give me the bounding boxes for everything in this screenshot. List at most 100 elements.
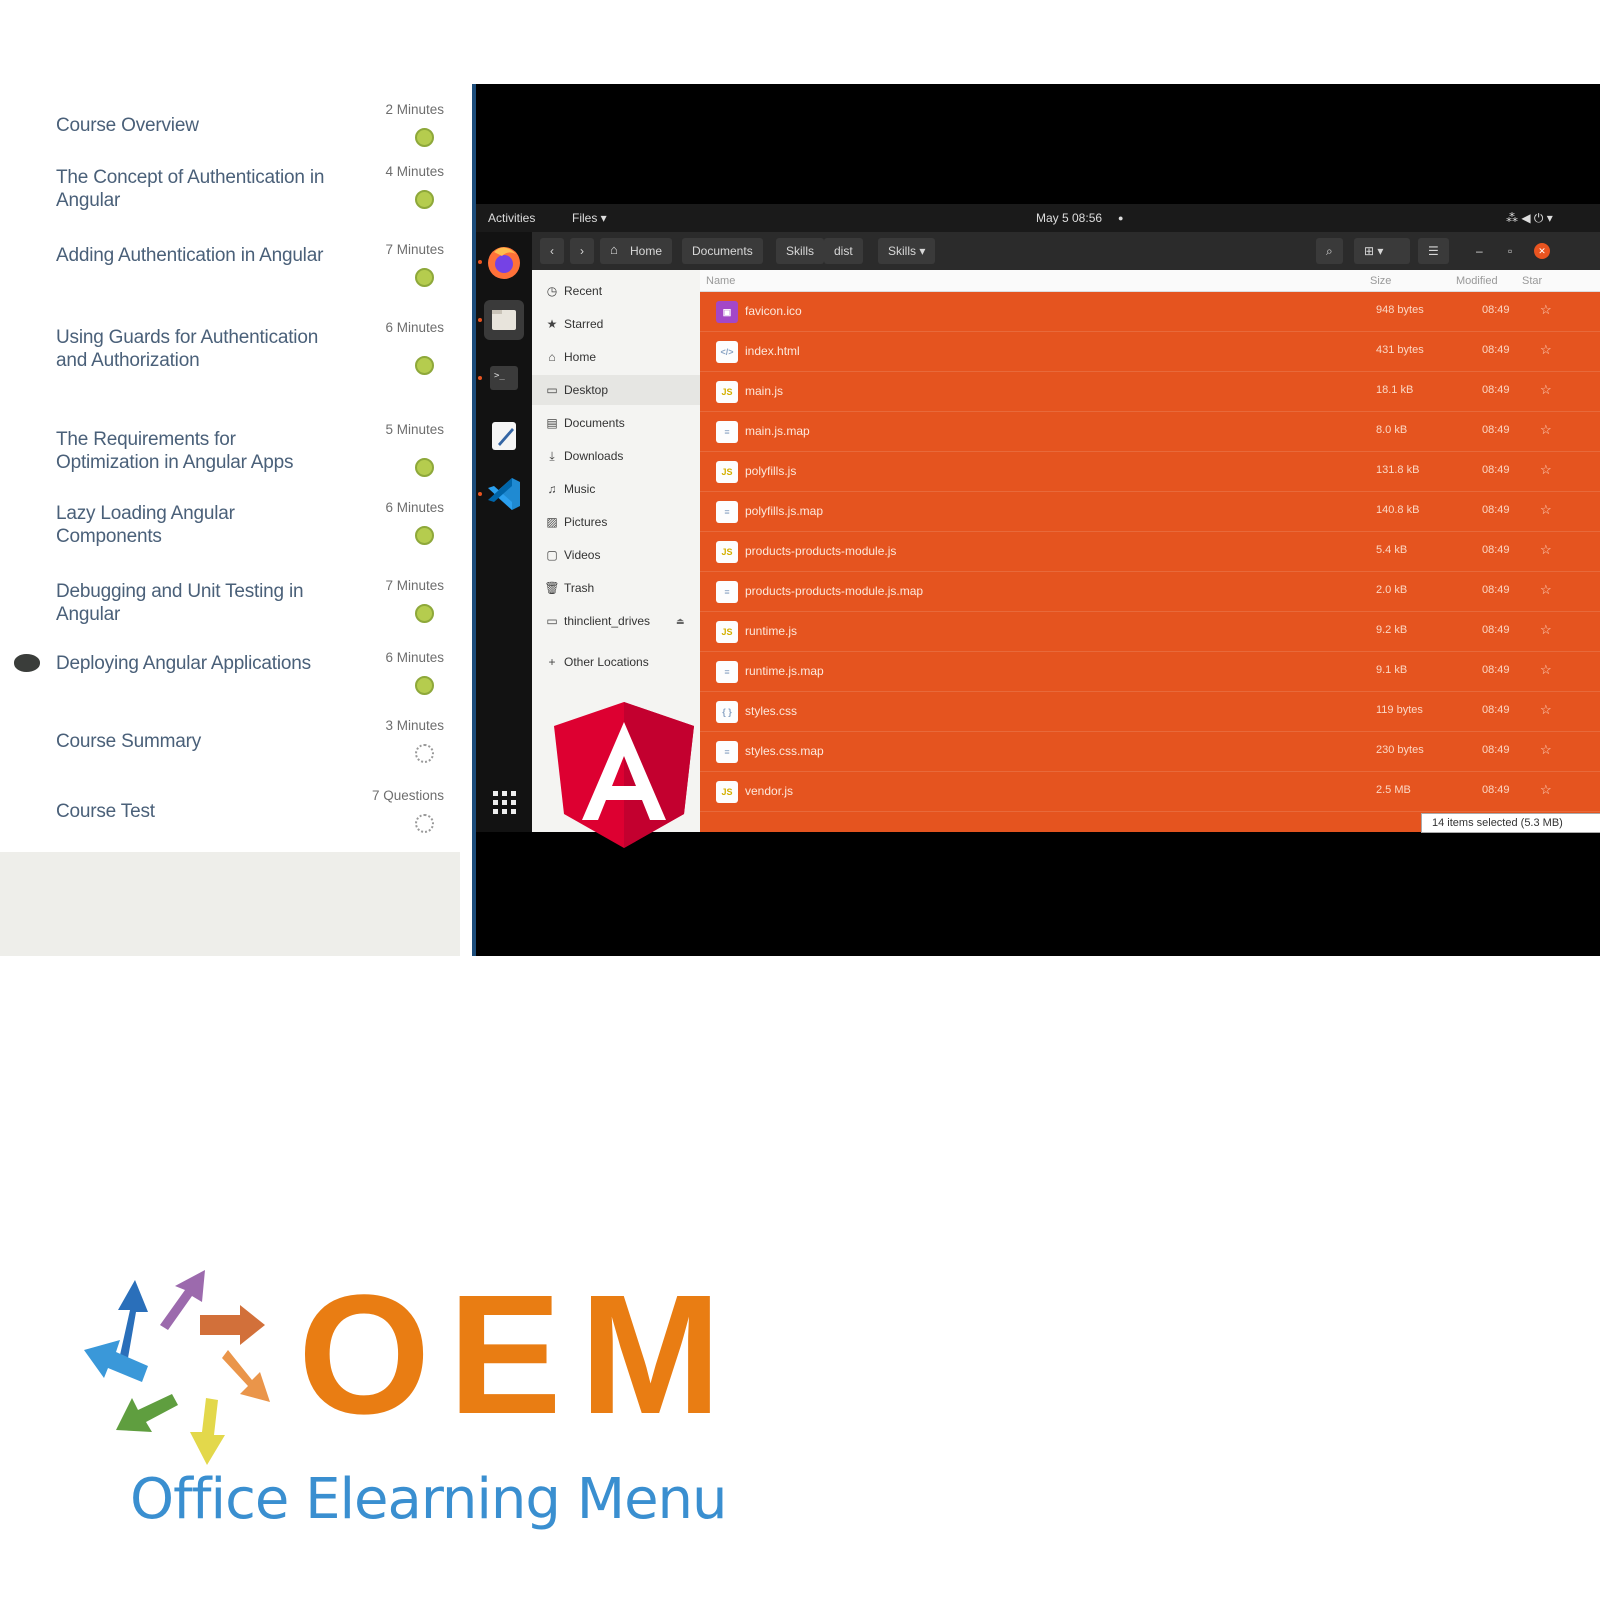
file-name: styles.css.map (745, 744, 824, 758)
place-label: Videos (564, 548, 601, 562)
text-editor-icon[interactable] (484, 416, 524, 456)
place-recent[interactable]: ◷ Recent (532, 276, 700, 306)
place-label: Home (564, 350, 597, 364)
place-trash[interactable]: 🗑 Trash (532, 573, 700, 603)
col-star[interactable]: Star (1522, 275, 1542, 287)
lesson-title[interactable]: Course Overview (56, 114, 336, 137)
place-videos[interactable]: ▢ Videos (532, 540, 700, 570)
file-row[interactable]: ≡ main.js.map 8.0 kB 08:49 ☆ (700, 412, 1600, 452)
star-icon[interactable]: ☆ (1540, 422, 1552, 438)
place-desktop[interactable]: ▭ Desktop (532, 375, 700, 405)
map-file-icon: ≡ (716, 661, 738, 683)
place-downloads[interactable]: ⤓ Downloads (532, 441, 700, 471)
terminal-icon[interactable]: >_ (484, 358, 524, 398)
place-music[interactable]: ♫ Music (532, 474, 700, 504)
star-icon[interactable]: ☆ (1540, 542, 1552, 558)
eject-icon[interactable]: ⏏ (676, 606, 685, 636)
firefox-icon[interactable] (484, 242, 524, 282)
star-icon[interactable]: ☆ (1540, 742, 1552, 758)
file-row[interactable]: JS runtime.js 9.2 kB 08:49 ☆ (700, 612, 1600, 652)
file-row[interactable]: </> index.html 431 bytes 08:49 ☆ (700, 332, 1600, 372)
lesson-title[interactable]: Adding Authentication in Angular (56, 244, 336, 267)
star-icon[interactable]: ☆ (1540, 302, 1552, 318)
col-name[interactable]: Name (706, 275, 735, 287)
back-button[interactable]: ‹ (540, 238, 564, 264)
file-row[interactable]: ≡ polyfills.js.map 140.8 kB 08:49 ☆ (700, 492, 1600, 532)
place-pictures[interactable]: ▨ Pictures (532, 507, 700, 537)
col-size[interactable]: Size (1370, 275, 1391, 287)
file-modified: 08:49 (1482, 584, 1510, 596)
lesson-title[interactable]: Course Test (56, 800, 336, 823)
lesson-title[interactable]: Debugging and Unit Testing in Angular (56, 580, 336, 626)
gnome-topbar: Activities Files ▾ May 5 08:56 ● ⁂ ◀ ⏻ ▾ (476, 204, 1600, 232)
breadcrumb-dist[interactable]: dist (824, 238, 863, 264)
starred-icon: ★ (546, 317, 558, 331)
file-row[interactable]: ≡ products-products-module.js.map 2.0 kB 08… (700, 572, 1600, 612)
star-icon[interactable]: ☆ (1540, 582, 1552, 598)
file-size: 140.8 kB (1376, 504, 1420, 516)
star-icon[interactable]: ☆ (1540, 702, 1552, 718)
minimize-button[interactable]: – (1466, 238, 1493, 264)
lesson-title[interactable]: Lazy Loading Angular Components (56, 502, 336, 548)
place-label: Desktop (564, 383, 609, 397)
file-name: vendor.js (745, 784, 794, 798)
file-row[interactable]: JS products-products-module.js 5.4 kB 08:49… (700, 532, 1600, 572)
file-row[interactable]: JS vendor.js 2.5 MB 08:49 ☆ (700, 772, 1600, 812)
star-icon[interactable]: ☆ (1540, 462, 1552, 478)
place-home[interactable]: ⌂ Home (532, 342, 700, 372)
star-icon[interactable]: ☆ (1540, 382, 1552, 398)
menu-button[interactable]: ☰ (1418, 238, 1449, 264)
files-app-menu[interactable]: Files ▾ (572, 211, 607, 225)
col-modified[interactable]: Modified (1456, 275, 1498, 287)
js-file-icon: JS (716, 781, 738, 803)
file-row[interactable]: { } styles.css 119 bytes 08:49 ☆ (700, 692, 1600, 732)
js-file-icon: JS (716, 461, 738, 483)
lesson-title[interactable]: Using Guards for Authentication and Auth… (56, 326, 336, 372)
maximize-button[interactable]: ▫ (1498, 238, 1522, 264)
desktop-icon: ▭ (546, 383, 558, 397)
place-starred[interactable]: ★ Starred (532, 309, 700, 339)
running-indicator (478, 318, 482, 322)
svg-text:>_: >_ (494, 371, 505, 381)
completed-status-icon (415, 128, 434, 147)
close-button[interactable]: ✕ (1534, 243, 1550, 259)
lesson-title[interactable]: The Requirements for Optimization in Ang… (56, 428, 336, 474)
vscode-icon[interactable] (484, 474, 524, 514)
star-icon[interactable]: ☆ (1540, 502, 1552, 518)
file-row[interactable]: ≡ styles.css.map 230 bytes 08:49 ☆ (700, 732, 1600, 772)
map-file-icon: ≡ (716, 581, 738, 603)
breadcrumb-skills[interactable]: Skills ▾ (878, 238, 936, 264)
activities-button[interactable]: Activities (488, 211, 535, 225)
lesson-title[interactable]: The Concept of Authentication in Angular (56, 166, 336, 212)
file-list: Name Size Modified Star ▣ favicon.ico 948 … (700, 270, 1600, 832)
file-row[interactable]: JS polyfills.js 131.8 kB 08:49 ☆ (700, 452, 1600, 492)
breadcrumb-skills[interactable]: Skills (776, 238, 825, 264)
place-documents[interactable]: ▤ Documents (532, 408, 700, 438)
oem-wordmark: OEM (298, 1260, 740, 1450)
files-icon[interactable] (484, 300, 524, 340)
forward-button[interactable]: › (570, 238, 594, 264)
html-file-icon: </> (716, 341, 738, 363)
file-name: runtime.js.map (745, 664, 824, 678)
star-icon[interactable]: ☆ (1540, 622, 1552, 638)
lesson-title[interactable]: Deploying Angular Applications (56, 652, 336, 675)
place-other-locations[interactable]: + Other Locations (532, 647, 700, 677)
file-modified: 08:49 (1482, 304, 1510, 316)
file-row[interactable]: JS main.js 18.1 kB 08:49 ☆ (700, 372, 1600, 412)
view-toggle-button[interactable]: ⊞ ▾ (1354, 238, 1410, 264)
app-grid-icon[interactable] (484, 782, 524, 822)
system-tray[interactable]: ⁂ ◀ ⏻ ▾ (1506, 211, 1553, 226)
js-file-icon: JS (716, 541, 738, 563)
home-icon: ⌂ (610, 242, 618, 257)
lesson-title[interactable]: Course Summary (56, 730, 336, 753)
breadcrumb-documents[interactable]: Documents (682, 238, 763, 264)
star-icon[interactable]: ☆ (1540, 342, 1552, 358)
file-row[interactable]: ▣ favicon.ico 948 bytes 08:49 ☆ (700, 292, 1600, 332)
clock[interactable]: May 5 08:56 (1036, 211, 1102, 225)
place-thinclient-drives[interactable]: ▭ thinclient_drives ⏏ (532, 606, 700, 636)
star-icon[interactable]: ☆ (1540, 782, 1552, 798)
lesson-list: Course Overview 2 Minutes The Concept of A… (0, 84, 460, 852)
search-button[interactable]: ⌕ (1316, 238, 1343, 264)
file-row[interactable]: ≡ runtime.js.map 9.1 kB 08:49 ☆ (700, 652, 1600, 692)
star-icon[interactable]: ☆ (1540, 662, 1552, 678)
